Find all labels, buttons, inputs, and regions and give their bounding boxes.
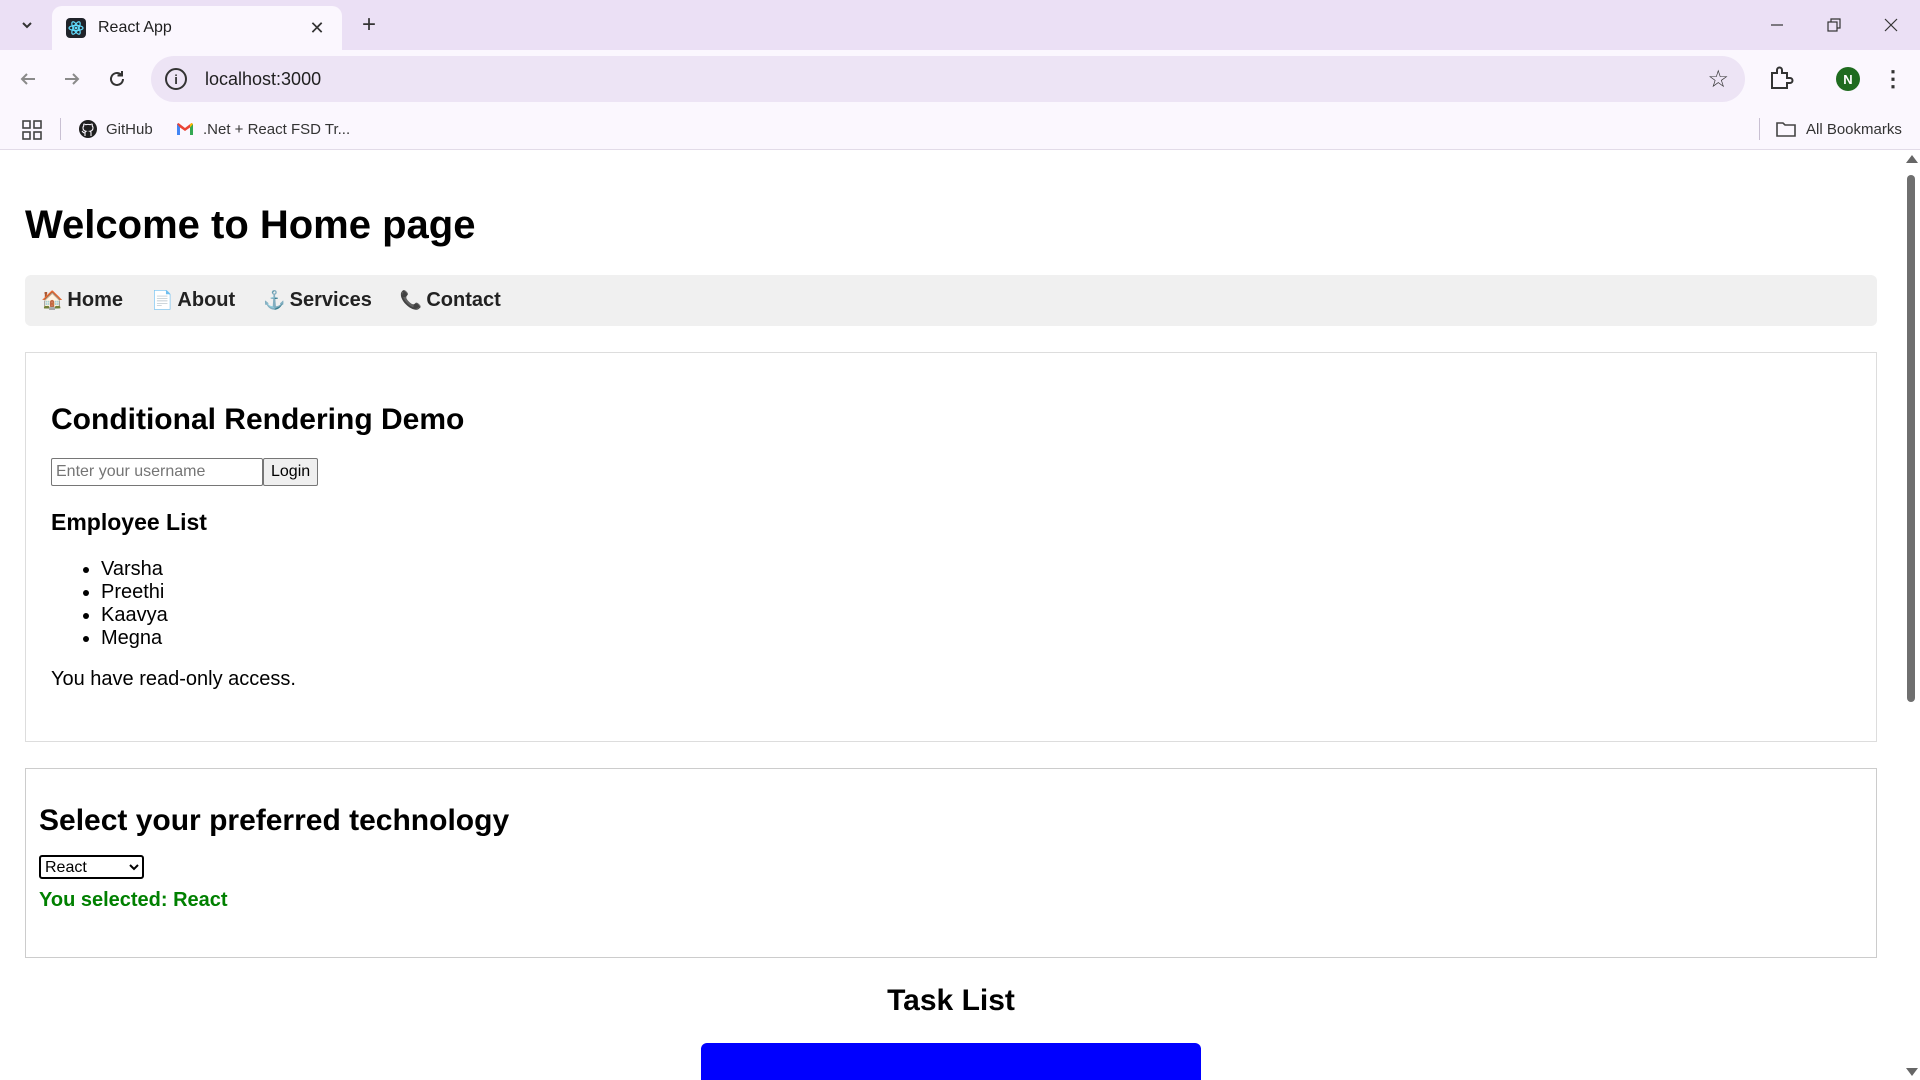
bookmark-label: .Net + React FSD Tr...: [203, 120, 351, 138]
url-text[interactable]: localhost:3000: [205, 69, 321, 90]
close-window-button[interactable]: [1871, 8, 1911, 42]
section-heading: Select your preferred technology: [39, 804, 510, 837]
browser-toolbar: i localhost:3000 ☆: [0, 50, 1920, 108]
list-item: Varsha: [101, 558, 1851, 581]
selected-technology-note: You selected: React: [39, 889, 228, 911]
bookmarks-bar: GitHub .Net + React FSD Tr... All Bookma…: [0, 108, 1920, 150]
login-form: Login: [51, 458, 1851, 486]
scroll-up-arrow-icon[interactable]: [1906, 155, 1918, 163]
folder-icon: [1776, 122, 1796, 137]
browser-tab[interactable]: React App ✕: [52, 6, 342, 50]
close-tab-icon[interactable]: ✕: [306, 18, 328, 39]
access-note: You have read-only access.: [51, 668, 296, 690]
gmail-icon: [177, 123, 193, 135]
username-input[interactable]: [51, 458, 263, 486]
page-content: Welcome to Home page 🏠 Home 📄 About ⚓ Se…: [0, 201, 1902, 742]
reload-button[interactable]: [101, 63, 133, 95]
technology-selector-card: Select your preferred technology React Y…: [25, 768, 1877, 958]
minimize-button[interactable]: [1757, 8, 1797, 42]
page-scrollbar[interactable]: [1902, 151, 1920, 1080]
task-list-heading: Task List: [887, 984, 1015, 1017]
bookmark-label: GitHub: [106, 120, 153, 138]
login-button[interactable]: Login: [263, 458, 319, 486]
page-title: Welcome to Home page: [25, 203, 476, 247]
close-icon: [1884, 18, 1898, 32]
react-logo-icon: [66, 18, 86, 38]
minimize-icon: [1771, 24, 1783, 26]
nav-link-label: About: [177, 289, 236, 311]
extensions-icon[interactable]: [1766, 63, 1796, 93]
section-heading: Conditional Rendering Demo: [51, 403, 465, 436]
conditional-rendering-card: Conditional Rendering Demo Login Employe…: [25, 352, 1877, 742]
tab-title: React App: [98, 19, 172, 36]
browser-menu-icon[interactable]: ⋮: [1882, 64, 1904, 94]
tab-search-button[interactable]: [12, 10, 42, 40]
bookmarks-divider: [60, 118, 61, 140]
github-icon: [79, 120, 97, 138]
list-item: Megna: [101, 627, 1851, 650]
main-nav: 🏠 Home 📄 About ⚓ Services 📞 Contact: [25, 275, 1877, 326]
arrow-right-icon: [65, 73, 80, 85]
nav-link-label: Contact: [426, 289, 501, 311]
nav-link-label: Services: [289, 289, 372, 311]
nav-link-home[interactable]: 🏠 Home: [41, 289, 123, 312]
chevron-down-icon: [22, 22, 32, 29]
bookmarks-divider: [1759, 118, 1760, 140]
address-bar[interactable]: i localhost:3000 ☆: [151, 56, 1745, 102]
technology-select[interactable]: React: [39, 855, 144, 879]
anchor-icon: ⚓: [263, 290, 286, 310]
profile-avatar[interactable]: N: [1836, 67, 1860, 91]
bookmark-gmail[interactable]: .Net + React FSD Tr...: [175, 116, 350, 142]
restore-button[interactable]: [1814, 8, 1854, 42]
scroll-down-arrow-icon[interactable]: [1906, 1068, 1918, 1076]
phone-icon: 📞: [399, 290, 423, 310]
bookmark-github[interactable]: GitHub: [78, 116, 153, 142]
task-list-box: [701, 1043, 1201, 1080]
restore-icon: [1827, 18, 1841, 32]
forward-button[interactable]: [56, 63, 88, 95]
all-bookmarks-button[interactable]: All Bookmarks: [1776, 116, 1902, 142]
tab-strip: React App ✕ +: [0, 0, 1920, 50]
reload-icon: [110, 71, 124, 86]
nav-link-services[interactable]: ⚓ Services: [263, 289, 372, 312]
nav-link-label: Home: [67, 289, 123, 311]
list-item: Preethi: [101, 581, 1851, 604]
all-bookmarks-label: All Bookmarks: [1806, 120, 1902, 138]
site-info-icon[interactable]: i: [165, 68, 187, 90]
arrow-left-icon: [20, 73, 35, 85]
apps-grid-icon[interactable]: [22, 120, 42, 140]
bookmark-star-icon[interactable]: ☆: [1707, 65, 1729, 94]
back-button[interactable]: [12, 63, 44, 95]
page-viewport: Welcome to Home page 🏠 Home 📄 About ⚓ Se…: [0, 151, 1902, 1080]
list-item: Kaavya: [101, 604, 1851, 627]
home-icon: 🏠: [41, 290, 64, 310]
new-tab-button[interactable]: +: [354, 10, 384, 40]
employee-list-heading: Employee List: [51, 509, 207, 535]
employee-list: Varsha Preethi Kaavya Megna: [101, 558, 1851, 650]
document-icon: 📄: [151, 290, 174, 310]
nav-link-about[interactable]: 📄 About: [151, 289, 235, 312]
nav-link-contact[interactable]: 📞 Contact: [400, 289, 501, 312]
scrollbar-thumb[interactable]: [1907, 175, 1915, 702]
